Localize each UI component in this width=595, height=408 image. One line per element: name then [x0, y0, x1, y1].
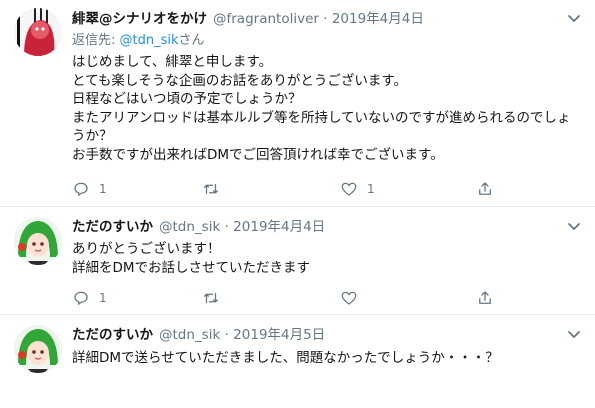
display-name[interactable]: ただのすいか	[72, 327, 153, 343]
like-icon	[341, 182, 357, 196]
retweet-button[interactable]	[202, 289, 229, 307]
chevron-down-icon[interactable]	[567, 14, 581, 24]
reply-to-line: 返信先: @tdn_sikさん	[72, 32, 205, 50]
handle[interactable]: @tdn_sik	[159, 327, 220, 343]
like-count: 1	[367, 182, 375, 196]
tweet-text: 詳細DMで送らせていただきました、問題なかったでしょうか・・・？	[72, 350, 499, 366]
tweet-header: ただのすいか @tdn_sik · 2019年4月5日	[72, 326, 325, 344]
avatar[interactable]	[14, 325, 62, 373]
reply-mention-link[interactable]: @tdn_sik	[120, 33, 179, 48]
reply-button[interactable]: 1	[72, 289, 107, 307]
reply-icon	[74, 182, 88, 197]
tweet-date[interactable]: 2019年4月4日	[332, 11, 424, 27]
display-name[interactable]: 緋翠@シナリオをかけ	[72, 11, 207, 27]
tweet-header: 緋翠@シナリオをかけ @fragrantoliver · 2019年4月4日	[72, 10, 424, 28]
avatar-image	[14, 8, 62, 56]
reply-button[interactable]: 1	[72, 180, 107, 198]
avatar-image	[14, 325, 62, 373]
reply-icon	[74, 291, 88, 306]
reply-count: 1	[99, 291, 107, 305]
share-button[interactable]	[476, 180, 494, 198]
reply-to-suffix: さん	[178, 33, 205, 48]
separator-dot: ·	[224, 327, 229, 343]
avatar-image	[14, 217, 62, 265]
separator-dot: ·	[323, 11, 328, 27]
avatar[interactable]	[14, 217, 62, 265]
handle[interactable]: @tdn_sik	[159, 219, 220, 235]
share-button[interactable]	[476, 289, 494, 307]
separator-dot: ·	[224, 219, 229, 235]
like-button[interactable]: 1	[340, 180, 375, 198]
reply-count: 1	[99, 182, 107, 196]
tweet[interactable]: ただのすいか @tdn_sik · 2019年4月4日 ありがとうございます！ 詳…	[0, 207, 595, 313]
display-name[interactable]: ただのすいか	[72, 219, 153, 235]
tweet-date[interactable]: 2019年4月4日	[233, 219, 325, 235]
tweet[interactable]: ただのすいか @tdn_sik · 2019年4月5日 詳細DMで送らせていただき…	[0, 315, 595, 408]
tweet-actions: 1	[72, 289, 502, 307]
retweet-button[interactable]	[202, 180, 229, 198]
chevron-down-icon[interactable]	[567, 330, 581, 340]
retweet-icon	[203, 292, 219, 304]
avatar[interactable]	[14, 8, 62, 56]
tweet[interactable]: 緋翠@シナリオをかけ @fragrantoliver · 2019年4月4日 返信…	[0, 0, 595, 205]
tweet-actions: 1 1	[72, 180, 502, 198]
like-icon	[341, 291, 357, 305]
handle[interactable]: @fragrantoliver	[213, 11, 319, 27]
tweet-text: ありがとうございます！ 詳細をDMでお話しさせていただきます	[72, 241, 311, 276]
reply-to-label: 返信先:	[72, 33, 120, 48]
tweet-text: はじめまして、緋翠と申します。 とても楽しそうな企画のお話をありがとうございます…	[72, 54, 571, 163]
tweet-date[interactable]: 2019年4月5日	[233, 327, 325, 343]
share-icon	[479, 291, 491, 304]
share-icon	[479, 182, 491, 195]
chevron-down-icon[interactable]	[567, 222, 581, 232]
tweet-header: ただのすいか @tdn_sik · 2019年4月4日	[72, 218, 325, 236]
like-button[interactable]	[340, 289, 367, 307]
retweet-icon	[203, 183, 219, 195]
